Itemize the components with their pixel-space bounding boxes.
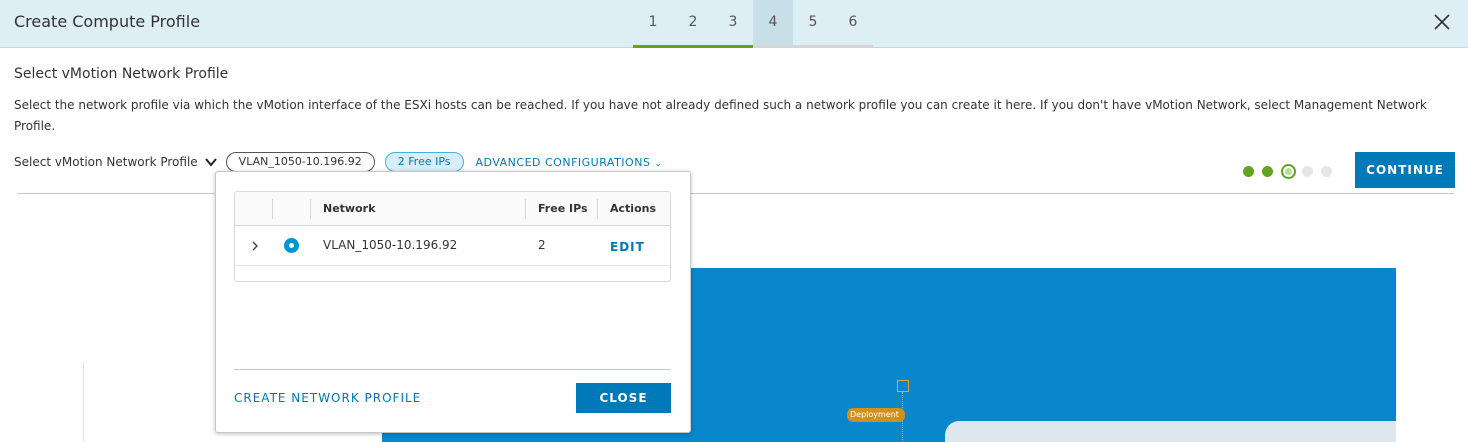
canvas-line [83, 362, 84, 442]
free-ips-cell: 2 [538, 238, 546, 252]
advanced-configurations-link[interactable]: ADVANCED CONFIGURATIONS ⌄ [476, 156, 663, 169]
progress-dot-pending [1321, 166, 1332, 177]
popover-divider [234, 369, 671, 370]
step-1[interactable]: 1 [633, 0, 673, 48]
network-profile-popover: Network Free IPs Actions VLAN_1050-10.19… [215, 171, 691, 433]
step-5[interactable]: 5 [793, 0, 833, 48]
step-6[interactable]: 6 [833, 0, 873, 48]
chevron-right-icon[interactable] [249, 240, 261, 252]
step-2[interactable]: 2 [673, 0, 713, 48]
progress-dot-complete [1262, 166, 1273, 177]
network-profile-selector: Select vMotion Network Profile VLAN_1050… [14, 151, 662, 173]
section-description: Select the network profile via which the… [14, 98, 1427, 133]
close-icon[interactable] [1430, 10, 1454, 34]
step-3[interactable]: 3 [713, 0, 753, 48]
progress-dots [1243, 164, 1340, 179]
wizard-title: Create Compute Profile [14, 12, 201, 31]
selector-label: Select vMotion Network Profile [14, 155, 198, 169]
network-profile-grid: Network Free IPs Actions VLAN_1050-10.19… [234, 191, 671, 282]
deployment-node-icon [897, 380, 909, 392]
grid-header: Network Free IPs Actions [235, 192, 670, 226]
wizard-steps: 1 2 3 4 5 6 [633, 0, 873, 48]
step-4[interactable]: 4 [753, 0, 793, 48]
section-title: Select vMotion Network Profile [14, 66, 229, 82]
network-cell: VLAN_1050-10.196.92 [323, 238, 458, 252]
create-network-profile-button[interactable]: CREATE NETWORK PROFILE [234, 391, 421, 405]
column-separator [525, 199, 526, 219]
close-button[interactable]: CLOSE [576, 383, 671, 413]
wizard-header: Create Compute Profile 1 2 3 4 5 6 [0, 0, 1468, 48]
progress-dot-pending [1302, 166, 1313, 177]
continue-button[interactable]: CONTINUE [1355, 152, 1455, 188]
topology-panel [945, 421, 1396, 442]
progress-dot-complete [1243, 166, 1254, 177]
column-separator [310, 199, 311, 219]
edit-button[interactable]: EDIT [610, 240, 645, 254]
advanced-configurations-label: ADVANCED CONFIGURATIONS [475, 155, 651, 169]
column-separator [272, 199, 273, 219]
column-header-network[interactable]: Network [323, 192, 375, 226]
column-separator [597, 199, 598, 219]
column-header-actions: Actions [610, 202, 656, 215]
chevron-down-icon: ⌄ [654, 158, 663, 169]
radio-selected-icon[interactable] [284, 238, 299, 253]
free-ips-badge: 2 Free IPs [384, 152, 464, 172]
deployment-label: Deployment [847, 408, 905, 422]
chevron-down-icon[interactable] [204, 155, 218, 169]
column-header-free-ips[interactable]: Free IPs [538, 192, 588, 226]
selected-profile-pill[interactable]: VLAN_1050-10.196.92 [225, 152, 375, 172]
table-row[interactable]: VLAN_1050-10.196.92 2 EDIT [235, 226, 670, 266]
progress-dot-current [1281, 164, 1296, 179]
